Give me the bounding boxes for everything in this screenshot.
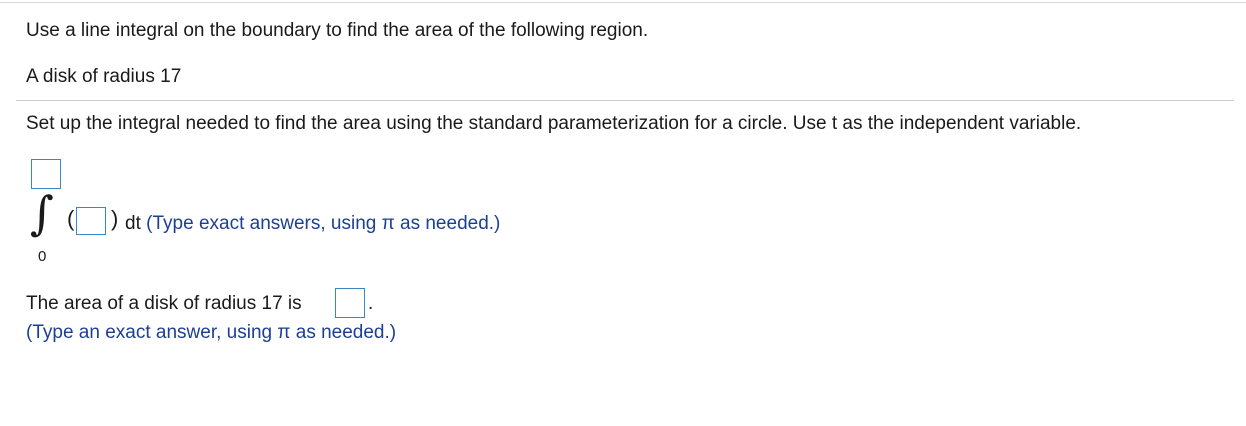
integral-symbol: ∫ (30, 186, 54, 240)
integral-hint: (Type exact answers, using π as needed.) (146, 213, 501, 234)
open-paren: ( (67, 206, 75, 231)
integrand-input[interactable] (76, 207, 106, 235)
area-answer-input[interactable] (335, 288, 365, 318)
area-period: . (368, 293, 374, 314)
dt-label: dt (125, 213, 141, 234)
top-divider (0, 2, 1246, 3)
lower-limit: 0 (38, 248, 47, 265)
setup-instruction: Set up the integral needed to find the a… (26, 113, 1082, 134)
dt-line: dt (Type exact answers, using π as neede… (125, 213, 500, 235)
region-description: A disk of radius 17 (26, 66, 182, 87)
close-paren: ) (111, 206, 119, 231)
upper-limit-input[interactable] (31, 159, 61, 189)
area-question-label: The area of a disk of radius 17 is (26, 293, 302, 314)
area-hint: (Type an exact answer, using π as needed… (26, 322, 397, 343)
section-divider (16, 100, 1234, 101)
question-prompt: Use a line integral on the boundary to f… (26, 20, 649, 41)
